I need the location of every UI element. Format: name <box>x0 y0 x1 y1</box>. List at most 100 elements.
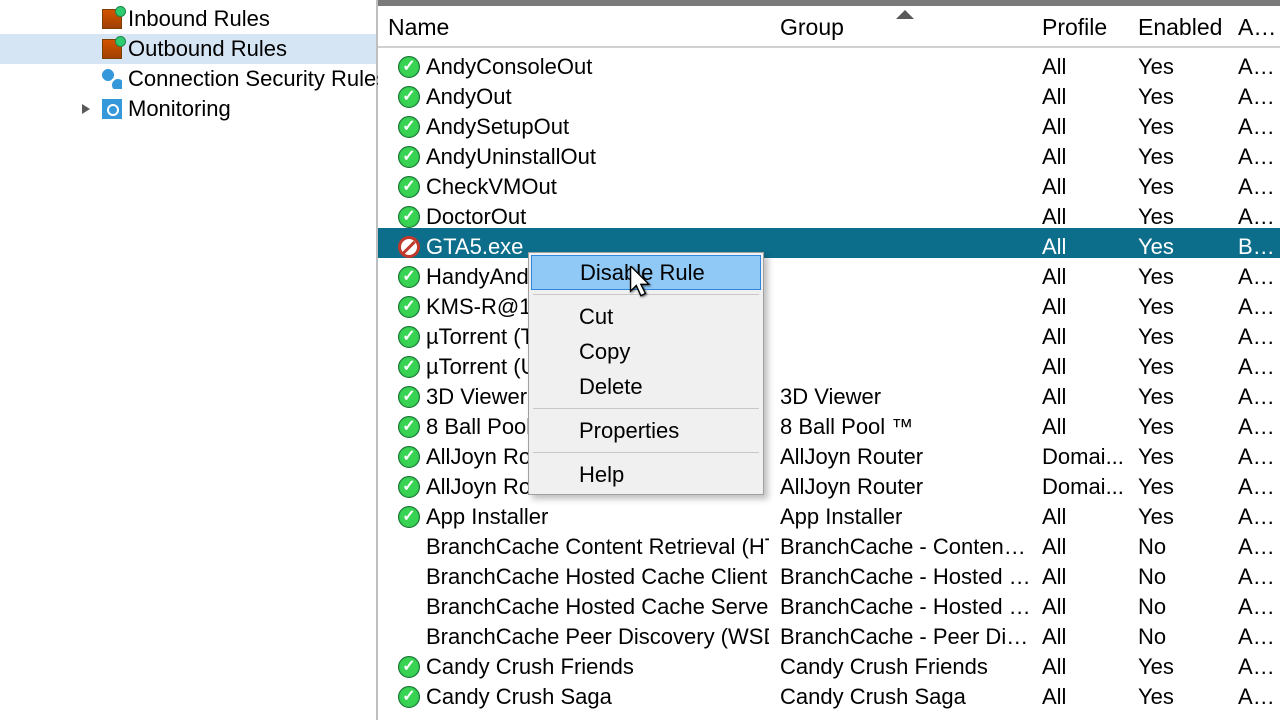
rule-enabled: No <box>1128 586 1228 620</box>
rule-enabled: Yes <box>1128 226 1228 260</box>
allow-icon <box>398 506 420 528</box>
tree-monitoring[interactable]: Monitoring <box>0 94 376 124</box>
rule-group: Candy Crush Friends <box>770 646 1032 680</box>
rule-enabled: Yes <box>1128 436 1228 470</box>
rule-row[interactable]: AndyConsoleOutAllYesAllow <box>378 48 1280 78</box>
rule-row[interactable]: GTA5.exeAllYesBlock <box>378 228 1280 258</box>
allow-icon <box>398 116 420 138</box>
rule-row[interactable]: µTorrent (TCPAllYesAllow <box>378 318 1280 348</box>
rule-row[interactable]: BranchCache Hosted Cache Server(HTTP...B… <box>378 588 1280 618</box>
rule-row[interactable]: Candy Crush FriendsCandy Crush FriendsAl… <box>378 648 1280 678</box>
rule-row[interactable]: BranchCache Content Retrieval (HTTP-O...… <box>378 528 1280 558</box>
rule-group <box>770 359 1032 367</box>
context-menu: Disable Rule Cut Copy Delete Properties … <box>528 252 764 495</box>
rule-row[interactable]: BranchCache Peer Discovery (WSD-Out)Bran… <box>378 618 1280 648</box>
block-icon <box>398 236 420 258</box>
cm-label: Disable Rule <box>580 260 705 286</box>
header-name[interactable]: Name <box>378 6 770 41</box>
rule-row[interactable]: AllJoyn RouteAllJoyn RouterDomai...YesAl… <box>378 468 1280 498</box>
rule-group <box>770 119 1032 127</box>
rule-row[interactable]: KMS-R@1nAllYesAllow <box>378 288 1280 318</box>
rule-profile: All <box>1032 346 1128 380</box>
header-action[interactable]: Actio <box>1228 6 1280 41</box>
cm-separator <box>533 408 759 409</box>
cm-help[interactable]: Help <box>531 457 761 492</box>
rule-row[interactable]: AndyOutAllYesAllow <box>378 78 1280 108</box>
blank-icon <box>398 596 420 618</box>
rule-profile: All <box>1032 226 1128 260</box>
rule-group <box>770 209 1032 217</box>
tree-label: Inbound Rules <box>128 6 270 32</box>
header-enabled[interactable]: Enabled <box>1128 6 1228 41</box>
rules-list[interactable]: AndyConsoleOutAllYesAllowAndyOutAllYesAl… <box>378 48 1280 708</box>
rule-row[interactable]: HandyAndyOAllYesAllow <box>378 258 1280 288</box>
allow-icon <box>398 296 420 318</box>
rule-row[interactable]: CheckVMOutAllYesAllow <box>378 168 1280 198</box>
rule-enabled: Yes <box>1128 406 1228 440</box>
rule-group: AllJoyn Router <box>770 436 1032 470</box>
rule-action: Allow <box>1228 496 1280 530</box>
rule-row[interactable]: App InstallerApp InstallerAllYesAllow <box>378 498 1280 528</box>
rule-action: Allow <box>1228 586 1280 620</box>
rule-enabled: Yes <box>1128 256 1228 290</box>
rule-row[interactable]: 8 Ball Pool ™8 Ball Pool ™AllYesAllow <box>378 408 1280 438</box>
rule-enabled: No <box>1128 616 1228 650</box>
rule-group <box>770 149 1032 157</box>
tree-connection-security[interactable]: Connection Security Rules <box>0 64 376 94</box>
cm-label: Delete <box>579 374 643 400</box>
expand-icon[interactable] <box>82 104 90 114</box>
rule-action: Allow <box>1228 466 1280 500</box>
rule-action: Allow <box>1228 616 1280 650</box>
rule-profile: All <box>1032 196 1128 230</box>
tree-outbound-rules[interactable]: Outbound Rules <box>0 34 376 64</box>
cm-label: Copy <box>579 339 630 365</box>
rule-group: 3D Viewer <box>770 376 1032 410</box>
cm-properties[interactable]: Properties <box>531 413 761 448</box>
rule-profile: All <box>1032 586 1128 620</box>
rule-action: Block <box>1228 226 1280 260</box>
allow-icon <box>398 206 420 228</box>
rule-action: Allow <box>1228 406 1280 440</box>
rule-row[interactable]: DoctorOutAllYesAllow <box>378 198 1280 228</box>
allow-icon <box>398 266 420 288</box>
cm-disable-rule[interactable]: Disable Rule <box>531 255 761 290</box>
allow-icon <box>398 686 420 708</box>
rule-row[interactable]: AndyUninstallOutAllYesAllow <box>378 138 1280 168</box>
rule-enabled: Yes <box>1128 676 1228 710</box>
rule-profile: All <box>1032 616 1128 650</box>
rule-enabled: Yes <box>1128 316 1228 350</box>
rule-row[interactable]: µTorrent (UDPAllYesAllow <box>378 348 1280 378</box>
allow-icon <box>398 146 420 168</box>
rule-name: Candy Crush Saga <box>426 684 612 710</box>
allow-icon <box>398 86 420 108</box>
header-profile[interactable]: Profile <box>1032 6 1128 41</box>
rule-profile: All <box>1032 76 1128 110</box>
rule-group <box>770 299 1032 307</box>
rule-enabled: Yes <box>1128 166 1228 200</box>
rule-row[interactable]: AllJoyn RouteAllJoyn RouterDomai...YesAl… <box>378 438 1280 468</box>
rule-enabled: Yes <box>1128 346 1228 380</box>
sort-ascending-icon <box>896 10 914 19</box>
monitoring-icon <box>102 99 122 119</box>
rule-row[interactable]: Candy Crush SagaCandy Crush SagaAllYesAl… <box>378 678 1280 708</box>
rule-enabled: Yes <box>1128 196 1228 230</box>
rule-enabled: Yes <box>1128 106 1228 140</box>
blank-icon <box>398 626 420 648</box>
rule-row[interactable]: AndySetupOutAllYesAllow <box>378 108 1280 138</box>
rule-row[interactable]: 3D Viewer3D ViewerAllYesAllow <box>378 378 1280 408</box>
tree-inbound-rules[interactable]: Inbound Rules <box>0 4 376 34</box>
cm-cut[interactable]: Cut <box>531 299 761 334</box>
rule-group: BranchCache - Hosted Cach... <box>770 556 1032 590</box>
rule-group: BranchCache - Peer Discove... <box>770 616 1032 650</box>
rule-profile: All <box>1032 406 1128 440</box>
cm-label: Properties <box>579 418 679 444</box>
rule-row[interactable]: BranchCache Hosted Cache Client (HTT...B… <box>378 558 1280 588</box>
cm-copy[interactable]: Copy <box>531 334 761 369</box>
rule-profile: All <box>1032 526 1128 560</box>
rule-action: Allow <box>1228 526 1280 560</box>
cm-delete[interactable]: Delete <box>531 369 761 404</box>
rule-profile: All <box>1032 556 1128 590</box>
allow-icon <box>398 56 420 78</box>
rule-action: Allow <box>1228 166 1280 200</box>
allow-icon <box>398 326 420 348</box>
